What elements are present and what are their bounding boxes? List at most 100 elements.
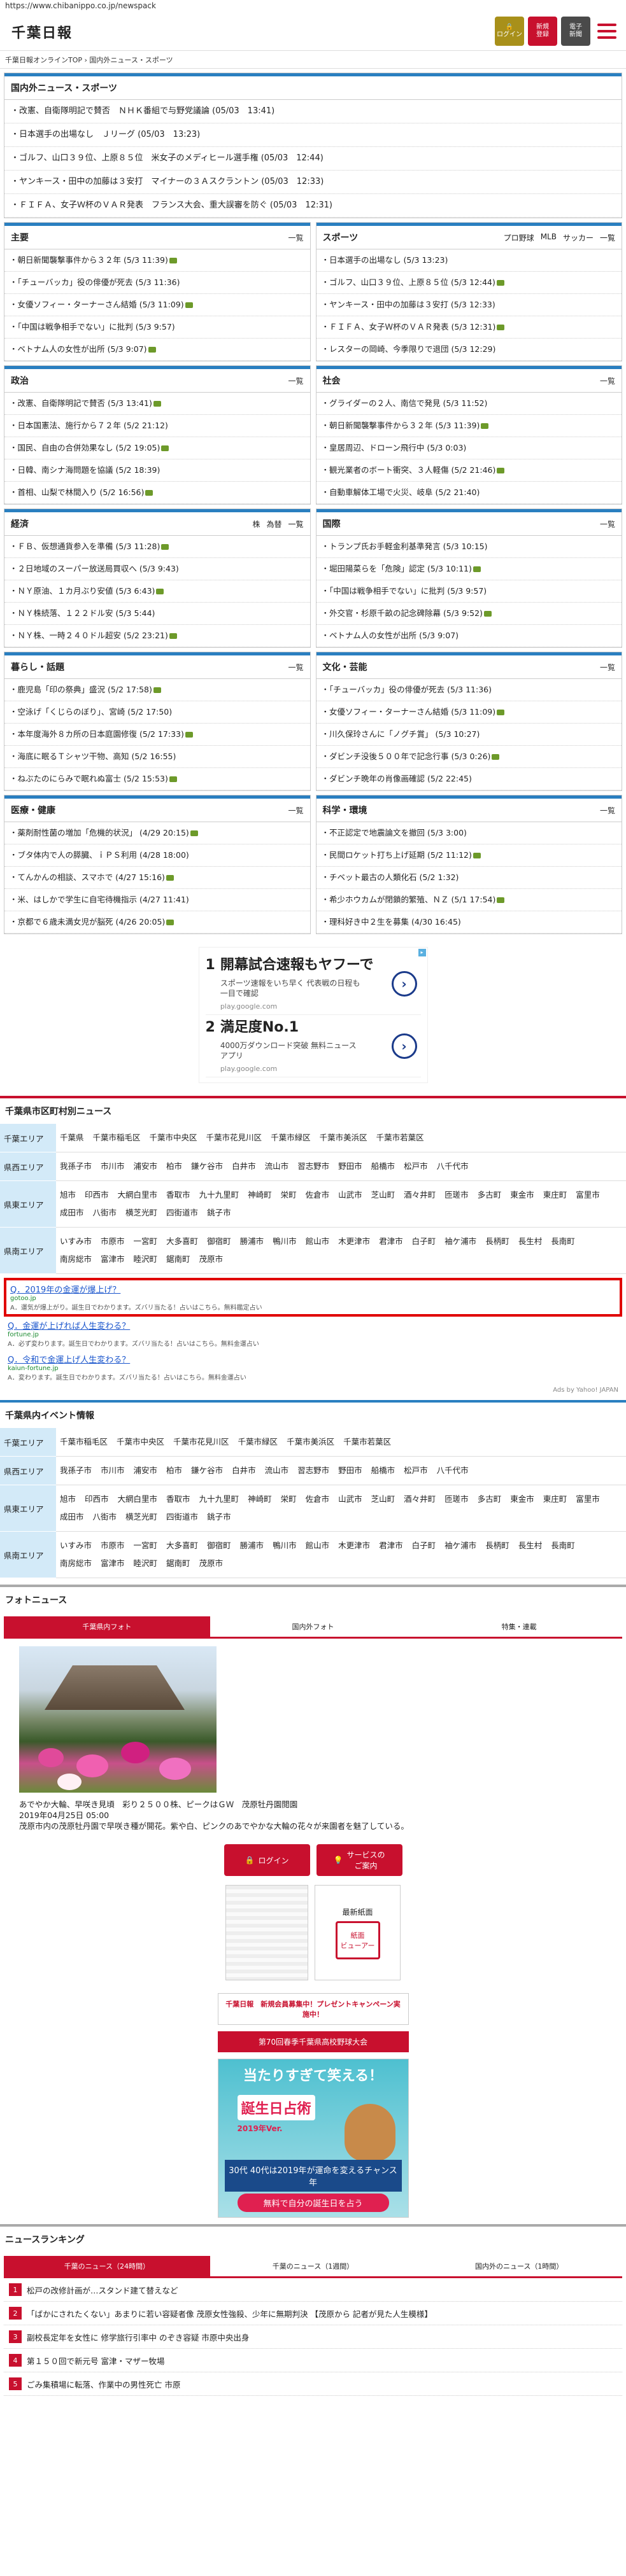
city-link[interactable]: 大多喜町	[166, 1233, 198, 1250]
city-link[interactable]: 柏市	[166, 1462, 182, 1480]
city-link[interactable]: 千葉市稲毛区	[60, 1433, 108, 1451]
photo-tab[interactable]: 国内外フォト	[210, 1616, 416, 1639]
epaper-button[interactable]: 電子 新聞	[561, 17, 590, 46]
news-item[interactable]: ＮＹ原油、１カ月ぶり安値 (5/3 6:43)	[4, 580, 310, 603]
site-logo[interactable]: 千葉日報	[11, 22, 73, 42]
news-item[interactable]: 朝日新聞襲撃事件から３２年 (5/3 11:39)	[316, 415, 622, 437]
city-link[interactable]: 香取市	[166, 1186, 190, 1204]
city-link[interactable]: 千葉市中央区	[150, 1129, 197, 1147]
city-link[interactable]: 浦安市	[134, 1158, 158, 1175]
ranking-item[interactable]: 4 第１５０回で新元号 富津・マザー牧場	[4, 2349, 622, 2372]
city-link[interactable]: 館山市	[306, 1537, 330, 1555]
city-link[interactable]: 千葉市緑区	[271, 1129, 311, 1147]
city-link[interactable]: 成田市	[60, 1204, 84, 1222]
ads-by-yahoo[interactable]: Ads by Yahoo! JAPAN	[4, 1384, 622, 1396]
news-item[interactable]: 国民、自由の合併効果なし (5/2 19:05)	[4, 437, 310, 459]
news-item[interactable]: 薬剤耐性菌の増加「危機的状況」 (4/29 20:15)	[4, 822, 310, 844]
yahoo-ad-title[interactable]: Q．令和で金運上げ人生変わる？	[8, 1353, 618, 1365]
news-item[interactable]: 京都で６歳未満女児が脳死 (4/26 20:05)	[4, 911, 310, 934]
city-link[interactable]: 横芝光町	[125, 1508, 157, 1526]
city-link[interactable]: 印西市	[85, 1186, 109, 1204]
ad-item[interactable]: 1 開幕試合速報もヤフーで スポーツ速報をいち早く 代表戦の日程も一目で確認 play…	[205, 953, 421, 1015]
city-link[interactable]: 一宮町	[134, 1233, 158, 1250]
category-subnav-link[interactable]: 為替	[266, 519, 281, 529]
city-link[interactable]: 匝瑳市	[445, 1490, 469, 1508]
news-item[interactable]: 「中国は戦争相手でない」に批判 (5/3 9:57)	[4, 316, 310, 339]
city-link[interactable]: 酒々井町	[404, 1186, 436, 1204]
category-subnav-link[interactable]: 一覧	[600, 232, 615, 243]
city-link[interactable]: 千葉市緑区	[238, 1433, 278, 1451]
category-title[interactable]: 医療・健康	[11, 804, 55, 816]
news-item[interactable]: 「中国は戦争相手でない」に批判 (5/3 9:57)	[316, 580, 622, 603]
chevron-right-icon[interactable]: ›	[391, 970, 417, 997]
news-item[interactable]: レスターの岡崎、今季限りで退団 (5/3 12:29)	[316, 339, 622, 361]
news-item[interactable]: 川久保玲さんに「ノグチ賞」 (5/3 10:27)	[316, 724, 622, 746]
city-link[interactable]: 茂原市	[199, 1555, 224, 1572]
category-title[interactable]: 文化・芸能	[323, 661, 367, 673]
yahoo-ad-item[interactable]: Q．金運が上げれば人生変わる？ fortune.jp A．必ず変わります。誕生日でわ…	[4, 1317, 622, 1350]
city-link[interactable]: 館山市	[306, 1233, 330, 1250]
news-item[interactable]: 皇居周辺、ドローン飛行中 (5/3 0:03)	[316, 437, 622, 459]
city-link[interactable]: 袖ケ浦市	[445, 1537, 476, 1555]
city-link[interactable]: 旭市	[60, 1186, 76, 1204]
news-item[interactable]: 希少ホウカムが閉鎖的繁殖、ＮＺ (5/1 17:54)	[316, 889, 622, 911]
category-title[interactable]: 主要	[11, 231, 29, 244]
city-link[interactable]: 千葉市花見川区	[173, 1433, 229, 1451]
city-link[interactable]: 富津市	[101, 1555, 125, 1572]
news-item[interactable]: 海底に眠るＴシャツ干物、高知 (5/2 16:55)	[4, 746, 310, 768]
city-link[interactable]: 山武市	[338, 1186, 362, 1204]
news-item[interactable]: 理科好き中２生を募集 (4/30 16:45)	[316, 911, 622, 934]
city-link[interactable]: 神崎町	[248, 1186, 272, 1204]
city-link[interactable]: 印西市	[85, 1490, 109, 1508]
news-item[interactable]: 自動車解体工場で火災、岐阜 (5/2 21:40)	[316, 482, 622, 504]
city-link[interactable]: 習志野市	[297, 1158, 329, 1175]
ranking-item[interactable]: 3 副校長定年を女性に 修学旅行引率中 のぞき容疑 市原中央出身	[4, 2325, 622, 2349]
news-item[interactable]: トランプ氏お手軽金利基準発言 (5/3 10:15)	[316, 536, 622, 558]
news-item[interactable]: ＦＩＦＡ、女子Ｗ杯のＶＡＲ発表 フランス大会、重大誤審を防ぐ (05/03 12…	[4, 194, 622, 218]
news-item[interactable]: ゴルフ、山口３９位、上原８５位 米女子のメディヒール選手権 (05/03 12:…	[4, 147, 622, 171]
campaign-banner[interactable]: 千葉日報 新規会員募集中！プレゼントキャンペーン実施中！	[217, 1993, 409, 2025]
fortune-ad[interactable]: 当たりすぎて笑える！ 誕生日占術 2019年Ver. 30代 40代は2019年…	[217, 2059, 409, 2218]
city-link[interactable]: 勝浦市	[240, 1537, 264, 1555]
city-link[interactable]: 勝浦市	[240, 1233, 264, 1250]
city-link[interactable]: 千葉市中央区	[117, 1433, 164, 1451]
news-item[interactable]: ヤンキース・田中の加藤は３安打 マイナーの３Ａスクラントン (05/03 12:…	[4, 171, 622, 194]
city-link[interactable]: 富里市	[576, 1186, 600, 1204]
category-more-link[interactable]: 一覧	[600, 375, 615, 386]
category-title[interactable]: 国際	[323, 517, 341, 530]
category-more-link[interactable]: 一覧	[600, 519, 615, 529]
news-item[interactable]: ゴルフ、山口３９位、上原８５位 (5/3 12:44)	[316, 272, 622, 294]
city-link[interactable]: 芝山町	[371, 1490, 395, 1508]
city-link[interactable]: 長南町	[551, 1233, 575, 1250]
city-link[interactable]: 白子町	[412, 1537, 436, 1555]
hamburger-menu-icon[interactable]	[594, 18, 620, 44]
city-link[interactable]: 市川市	[101, 1462, 125, 1480]
side-login-button[interactable]: 🔒 ログイン	[224, 1844, 310, 1876]
city-link[interactable]: 南房総市	[60, 1555, 92, 1572]
city-link[interactable]: 八街市	[93, 1204, 117, 1222]
yahoo-ad-item[interactable]: Q．令和で金運上げ人生変わる？ kaiun-fortune.jp A．変わります。誕…	[4, 1350, 622, 1384]
city-link[interactable]: 横芝光町	[125, 1204, 157, 1222]
news-item[interactable]: 堀田陽菜らを「危険」認定 (5/3 10:11)	[316, 558, 622, 580]
news-item[interactable]: 空泳げ「くじらのぼり」、宮崎 (5/2 17:50)	[4, 701, 310, 724]
city-link[interactable]: 千葉市花見川区	[206, 1129, 262, 1147]
city-link[interactable]: 佐倉市	[306, 1490, 330, 1508]
news-item[interactable]: 「チューバッカ」役の俳優が死去 (5/3 11:36)	[316, 679, 622, 701]
city-link[interactable]: 八千代市	[437, 1158, 469, 1175]
city-link[interactable]: 匝瑳市	[445, 1186, 469, 1204]
category-more-link[interactable]: 一覧	[600, 662, 615, 673]
news-item[interactable]: 女優ソフィー・ターナーさん結婚 (5/3 11:09)	[4, 294, 310, 316]
city-link[interactable]: 千葉市稲毛区	[93, 1129, 141, 1147]
city-link[interactable]: 木更津市	[338, 1537, 370, 1555]
city-link[interactable]: 長柄町	[485, 1233, 509, 1250]
city-link[interactable]: 鋸南町	[166, 1250, 190, 1268]
category-more-link[interactable]: 一覧	[600, 805, 615, 816]
ranking-item[interactable]: 1 松戸の改修計画が…スタンド建て替えなど	[4, 2278, 622, 2302]
news-item[interactable]: 日本選手の出場なし (5/3 13:23)	[316, 249, 622, 272]
news-item[interactable]: 日本国憲法、施行から７２年 (5/2 21:12)	[4, 415, 310, 437]
city-link[interactable]: 流山市	[265, 1158, 289, 1175]
latest-paper-thumbnail[interactable]	[225, 1885, 308, 1980]
city-link[interactable]: 千葉市若葉区	[376, 1129, 424, 1147]
city-link[interactable]: 鎌ケ谷市	[191, 1462, 223, 1480]
city-link[interactable]: 多古町	[478, 1490, 502, 1508]
